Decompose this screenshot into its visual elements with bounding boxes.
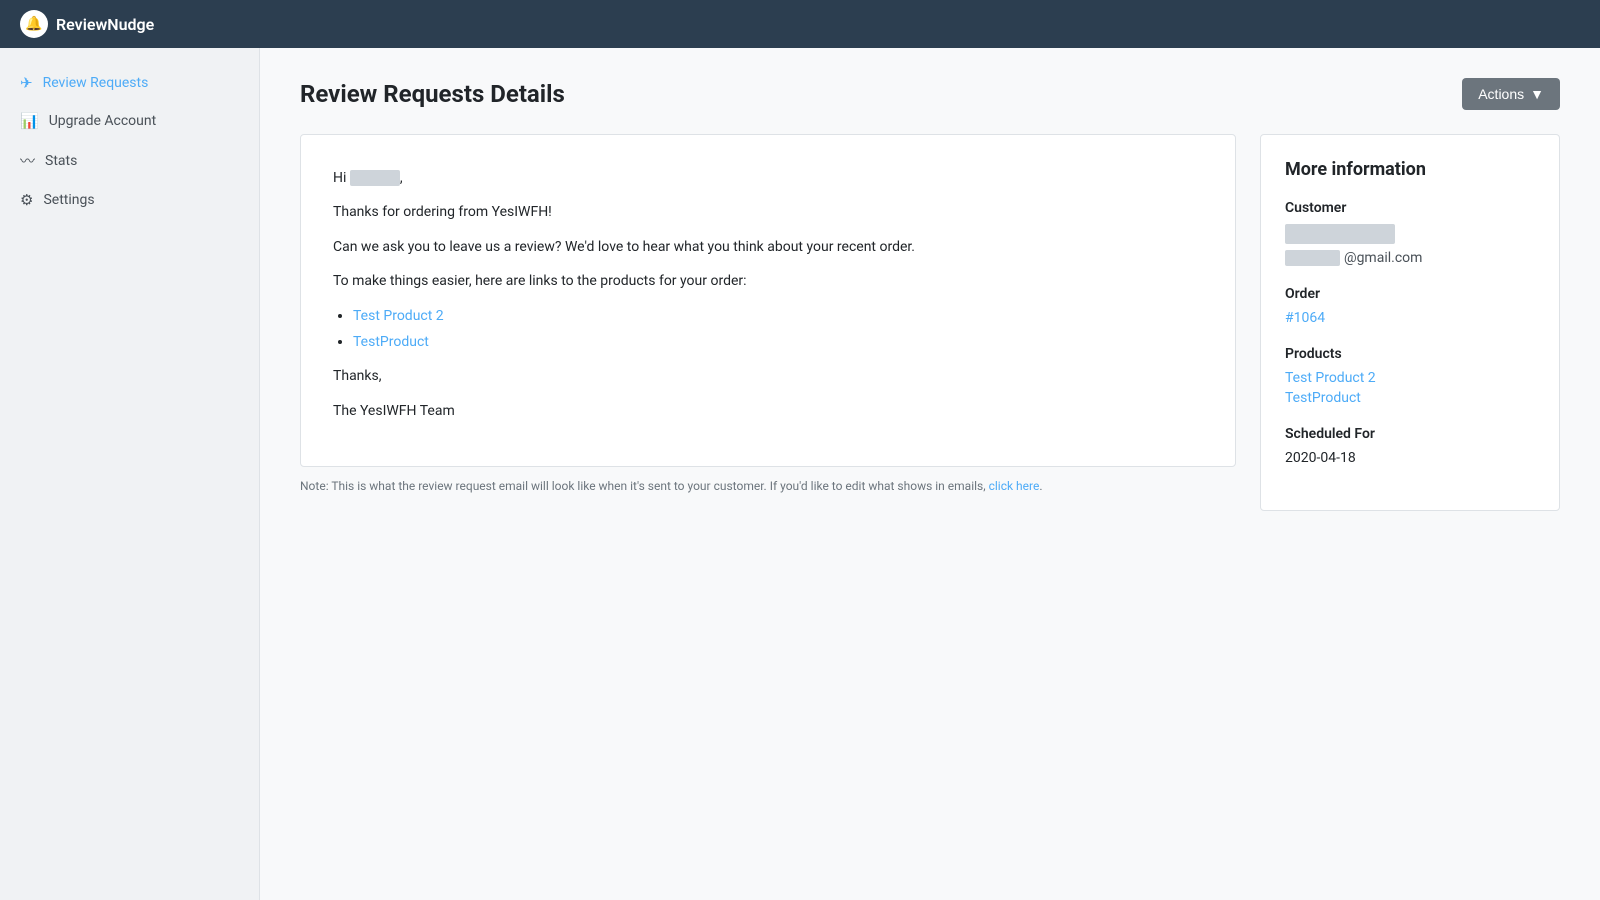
customer-email-redacted: [1285, 250, 1340, 266]
info-panel: More information Customer @gmail.com Ord…: [1260, 134, 1560, 511]
content-grid: Hi , Thanks for ordering from YesIWFH! C…: [300, 134, 1560, 511]
stats-icon: 〰: [20, 150, 35, 171]
greeting-text: Hi: [333, 170, 346, 186]
actions-button[interactable]: Actions ▼: [1462, 78, 1560, 110]
sidebar-item-settings[interactable]: ⚙ Settings: [0, 181, 259, 219]
sidebar-label-stats: Stats: [45, 153, 77, 169]
layout: ✈ Review Requests 📊 Upgrade Account 〰 St…: [0, 48, 1600, 900]
customer-email: @gmail.com: [1285, 250, 1535, 266]
page-header: Review Requests Details Actions ▼: [300, 78, 1560, 110]
bar-chart-icon: 📊: [20, 112, 39, 130]
sidebar-item-review-requests[interactable]: ✈ Review Requests: [0, 64, 259, 102]
scheduled-date: 2020-04-18: [1285, 450, 1535, 466]
customer-name-redacted: [350, 170, 400, 186]
product-link-1[interactable]: Test Product 2: [1285, 370, 1535, 386]
sidebar-label-review-requests: Review Requests: [43, 75, 149, 91]
customer-email-suffix: @gmail.com: [1344, 250, 1422, 266]
order-number[interactable]: #1064: [1285, 310, 1535, 326]
sidebar-label-upgrade-account: Upgrade Account: [49, 113, 156, 129]
email-line3: To make things easier, here are links to…: [333, 270, 1203, 292]
greeting-suffix: ,: [400, 170, 403, 186]
email-product-link-1[interactable]: Test Product 2: [353, 308, 444, 324]
sidebar: ✈ Review Requests 📊 Upgrade Account 〰 St…: [0, 48, 260, 900]
email-line2: Can we ask you to leave us a review? We'…: [333, 236, 1203, 258]
chevron-down-icon: ▼: [1530, 86, 1544, 102]
logo-icon: 🔔: [20, 10, 48, 38]
scheduled-for-label: Scheduled For: [1285, 426, 1535, 442]
page-title: Review Requests Details: [300, 80, 565, 108]
customer-name-redacted-block: [1285, 224, 1395, 244]
gear-icon: ⚙: [20, 191, 33, 209]
email-product-item-2: TestProduct: [353, 331, 1203, 353]
email-note: Note: This is what the review request em…: [300, 479, 1236, 493]
main-content: Review Requests Details Actions ▼ Hi , T…: [260, 48, 1600, 900]
products-section: Products Test Product 2 TestProduct: [1285, 346, 1535, 406]
email-card: Hi , Thanks for ordering from YesIWFH! C…: [300, 134, 1236, 467]
sidebar-label-settings: Settings: [43, 192, 94, 208]
send-icon: ✈: [20, 74, 33, 92]
email-product-link-2[interactable]: TestProduct: [353, 334, 429, 350]
actions-label: Actions: [1478, 86, 1524, 102]
customer-section: Customer @gmail.com: [1285, 200, 1535, 266]
click-here-link[interactable]: click here: [989, 479, 1040, 493]
order-section: Order #1064: [1285, 286, 1535, 326]
email-greeting: Hi ,: [333, 167, 1203, 189]
email-line1: Thanks for ordering from YesIWFH!: [333, 201, 1203, 223]
product-link-2[interactable]: TestProduct: [1285, 390, 1535, 406]
products-links: Test Product 2 TestProduct: [1285, 370, 1535, 406]
email-preview-wrapper: Hi , Thanks for ordering from YesIWFH! C…: [300, 134, 1236, 493]
logo-area: 🔔 ReviewNudge: [20, 10, 154, 38]
customer-label: Customer: [1285, 200, 1535, 216]
email-product-list: Test Product 2 TestProduct: [333, 305, 1203, 354]
sidebar-item-stats[interactable]: 〰 Stats: [0, 140, 259, 181]
products-label: Products: [1285, 346, 1535, 362]
email-product-item-1: Test Product 2: [353, 305, 1203, 327]
email-note-suffix: .: [1039, 479, 1042, 493]
scheduled-section: Scheduled For 2020-04-18: [1285, 426, 1535, 466]
order-label: Order: [1285, 286, 1535, 302]
email-note-text: Note: This is what the review request em…: [300, 479, 986, 493]
info-panel-title: More information: [1285, 159, 1535, 180]
top-nav: 🔔 ReviewNudge: [0, 0, 1600, 48]
email-sign-off: Thanks,: [333, 365, 1203, 387]
email-team-name: The YesIWFH Team: [333, 400, 1203, 422]
sidebar-item-upgrade-account[interactable]: 📊 Upgrade Account: [0, 102, 259, 140]
app-name: ReviewNudge: [56, 15, 154, 34]
